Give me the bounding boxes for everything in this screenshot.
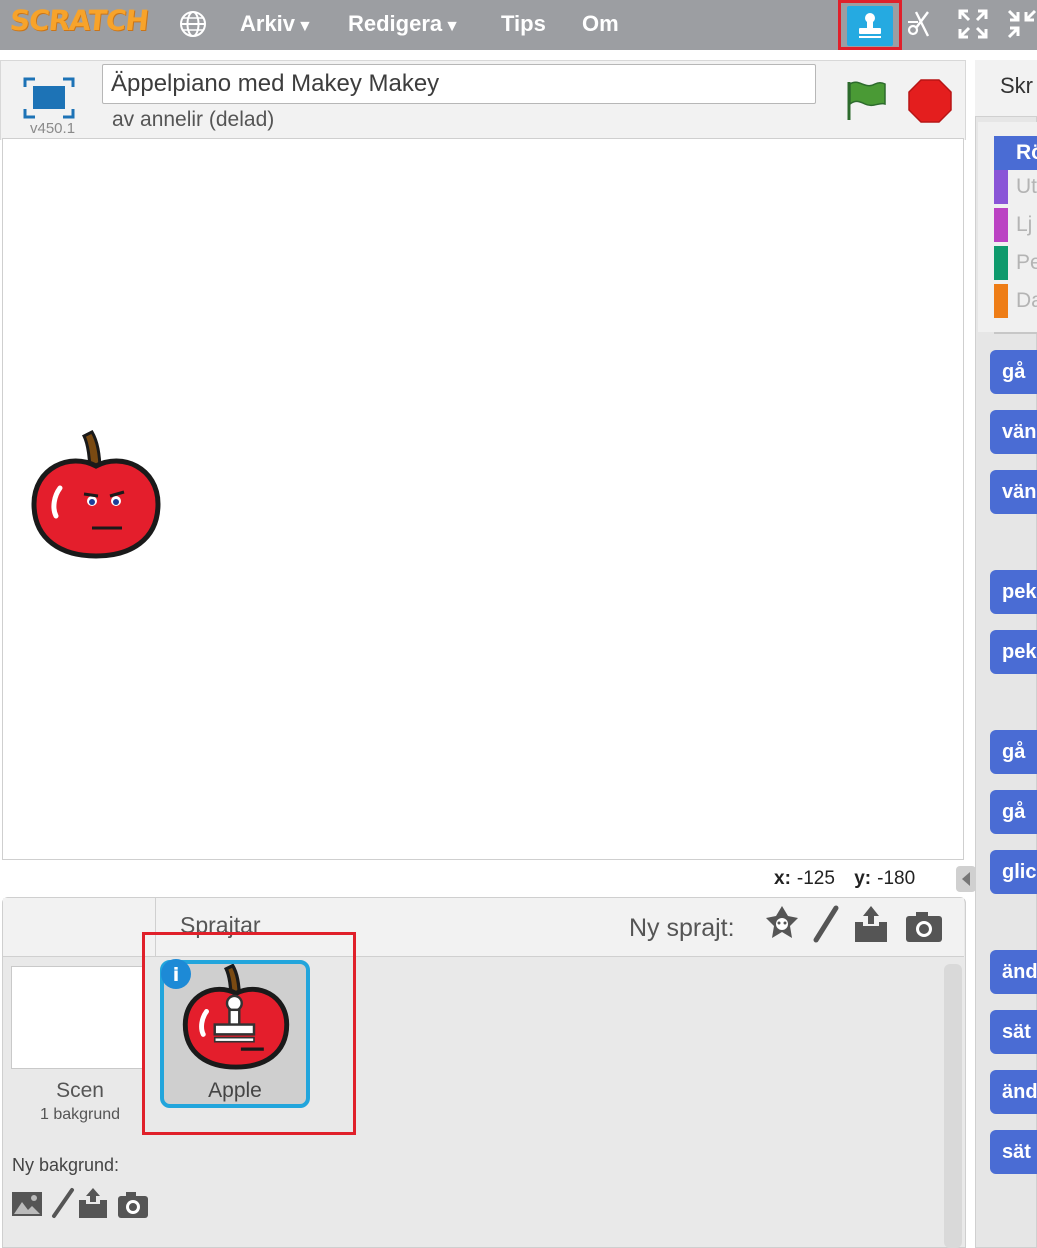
- category-4[interactable]: Da: [994, 284, 1037, 318]
- motion-block[interactable]: vän: [990, 410, 1037, 454]
- project-author: av annelir (delad): [112, 108, 275, 131]
- globe-icon[interactable]: [178, 9, 208, 39]
- x-value: -125: [796, 868, 835, 889]
- motion-block[interactable]: pek: [990, 570, 1037, 614]
- paint-brush-icon[interactable]: [806, 904, 846, 946]
- category-color-swatch: [994, 284, 1008, 318]
- scissors-icon[interactable]: [906, 8, 938, 40]
- grow-icon[interactable]: [957, 8, 989, 40]
- motion-block[interactable]: glic: [990, 850, 1037, 894]
- category-3[interactable]: Pe: [994, 246, 1037, 280]
- category-label: Ut: [1016, 175, 1037, 198]
- camera-icon[interactable]: [904, 904, 944, 946]
- stage-side-header: [3, 898, 156, 957]
- stage-thumbnail[interactable]: [11, 966, 145, 1069]
- motion-block[interactable]: änd: [990, 1070, 1037, 1114]
- backdrop-paint-icon[interactable]: [46, 1186, 80, 1220]
- new-backdrop-label: Ny bakgrund:: [12, 1155, 120, 1175]
- scene-label: Scen: [56, 1079, 104, 1102]
- collapse-stage-icon[interactable]: [956, 866, 976, 892]
- y-label: y:: [854, 868, 872, 889]
- category-separator: [994, 332, 1037, 334]
- stamp-tool-button[interactable]: [838, 0, 902, 50]
- backdrop-upload-icon[interactable]: [76, 1186, 110, 1220]
- category-1[interactable]: Ut: [994, 170, 1037, 204]
- category-color-swatch: [994, 170, 1008, 204]
- motion-block[interactable]: gå: [990, 730, 1037, 774]
- category-2[interactable]: Lj: [994, 208, 1037, 242]
- menu-tips[interactable]: Tips: [501, 11, 546, 37]
- x-label: x:: [774, 868, 791, 889]
- sprite-list-scrollbar[interactable]: [944, 964, 962, 1248]
- category-label: Lj: [1016, 213, 1033, 236]
- category-color-swatch: [994, 208, 1008, 242]
- category-0[interactable]: Rö: [994, 136, 1037, 170]
- backdrop-library-icon[interactable]: [10, 1186, 44, 1220]
- scratch-logo[interactable]: SCRATCH: [8, 4, 149, 37]
- y-value: -180: [877, 868, 916, 889]
- motion-block[interactable]: pek: [990, 630, 1037, 674]
- motion-block[interactable]: sät: [990, 1010, 1037, 1054]
- backdrop-count: 1 bakgrund: [39, 1106, 121, 1123]
- scripts-tab-label: Skr: [1000, 73, 1033, 98]
- menu-edit-label: Redigera: [348, 11, 443, 36]
- backdrop-camera-icon[interactable]: [116, 1186, 150, 1220]
- stamp-tool-active-bg: [847, 6, 893, 46]
- library-sprite-icon[interactable]: [762, 904, 802, 946]
- menu-file-label: Arkiv: [240, 11, 296, 36]
- annotation-highlight-sprite: [142, 932, 356, 1135]
- chevron-down-icon: ▼: [444, 18, 460, 35]
- category-color-swatch: [994, 246, 1008, 280]
- version-label: v450.1: [30, 120, 76, 137]
- green-flag-icon[interactable]: [843, 78, 889, 124]
- motion-block[interactable]: sät: [990, 1130, 1037, 1174]
- new-sprite-label: Ny sprajt:: [629, 914, 735, 942]
- motion-block[interactable]: änd: [990, 950, 1037, 994]
- menu-about[interactable]: Om: [582, 11, 619, 37]
- apple-sprite[interactable]: [30, 430, 162, 562]
- category-label: Rö: [1016, 141, 1037, 164]
- stamp-icon: [859, 13, 881, 38]
- menu-file[interactable]: Arkiv ▼: [240, 11, 313, 37]
- chevron-down-icon: ▼: [297, 18, 313, 35]
- motion-block[interactable]: gå: [990, 350, 1037, 394]
- upload-icon[interactable]: [851, 904, 891, 946]
- category-label: Da: [1016, 289, 1037, 312]
- motion-block[interactable]: gå: [990, 790, 1037, 834]
- motion-block[interactable]: vän: [990, 470, 1037, 514]
- mouse-coordinates: x: -125 y: -180: [774, 868, 915, 890]
- shrink-icon[interactable]: [1006, 8, 1037, 40]
- category-label: Pe: [1016, 251, 1037, 274]
- fullscreen-icon[interactable]: [22, 76, 76, 120]
- project-title-input[interactable]: Äppelpiano med Makey Makey: [102, 64, 816, 104]
- stop-icon[interactable]: [907, 78, 953, 124]
- menu-edit[interactable]: Redigera ▼: [348, 11, 460, 37]
